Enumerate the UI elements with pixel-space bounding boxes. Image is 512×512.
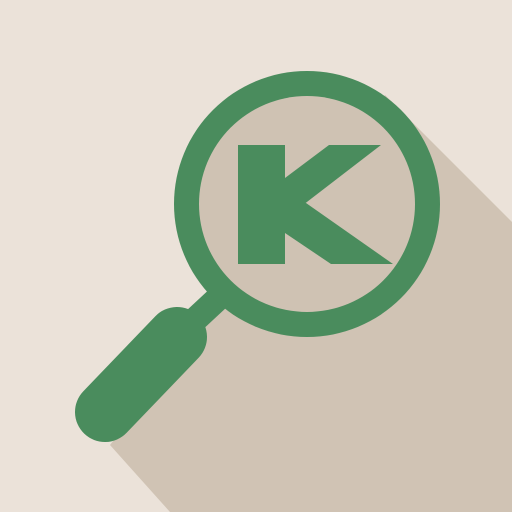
magnifier-icon bbox=[0, 0, 512, 512]
app-icon bbox=[0, 0, 512, 512]
k-stem bbox=[238, 145, 285, 264]
